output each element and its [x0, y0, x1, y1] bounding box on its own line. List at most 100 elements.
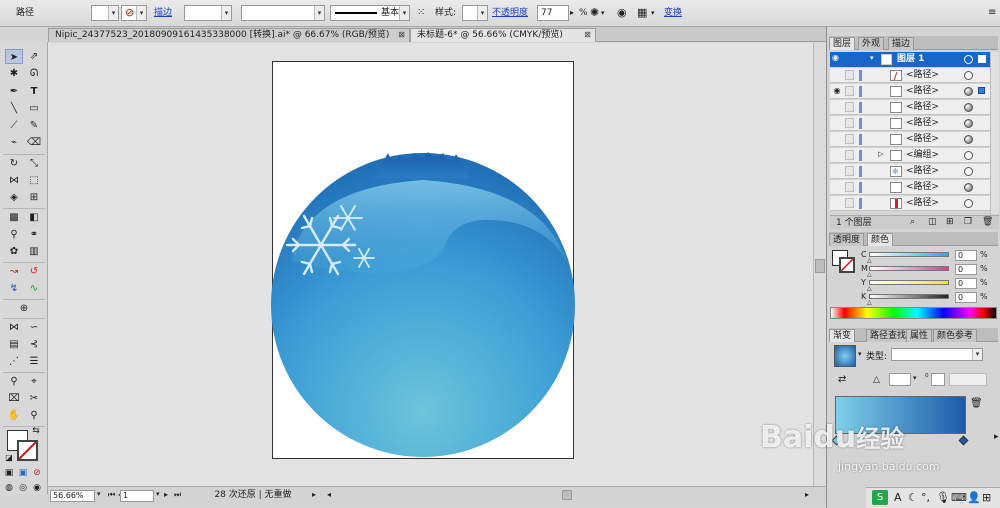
pen-tool-icon[interactable]: ✒ [5, 84, 23, 99]
ime-letter-icon[interactable]: A [894, 491, 902, 504]
mesh-tool-icon[interactable]: ▩ [5, 210, 23, 225]
tab-color[interactable]: 颜色 [867, 233, 894, 246]
lock-toggle[interactable] [845, 70, 854, 80]
layer-row[interactable]: <路径> [830, 100, 990, 115]
expand-arrow-icon[interactable]: ▷ [878, 150, 883, 158]
gradient-stop-right[interactable] [958, 435, 969, 446]
channel-value-field[interactable]: 0 [955, 264, 977, 275]
target-icon[interactable] [964, 103, 973, 112]
column-graph-tool-icon[interactable]: ▥ [25, 244, 43, 259]
layer-row[interactable]: <路径> [830, 180, 990, 195]
target-icon[interactable] [964, 71, 973, 80]
layer-row-main[interactable]: ◉ ▾ 图层 1 [830, 52, 990, 67]
tab-appearance[interactable]: 外观 [858, 37, 885, 50]
slice-tool-icon[interactable]: ⌧ [5, 391, 23, 406]
tab-color-guide[interactable]: 颜色参考 [933, 329, 978, 342]
panel-menu-icon[interactable]: ≡ [988, 6, 996, 20]
symbol-sprayer-tool-icon[interactable]: ✿ [5, 244, 23, 259]
layer-row[interactable]: ◉ <路径> [830, 84, 990, 99]
graph-line-tool-icon[interactable]: ⋰ [5, 354, 23, 369]
draw-normal-icon[interactable]: ◍ [3, 483, 15, 494]
gradient-angle-field[interactable] [889, 373, 911, 386]
blob-brush-tool-icon[interactable]: ⌁ [5, 135, 23, 150]
microphone-icon[interactable]: 🎙 [936, 491, 950, 504]
vertical-scroll-thumb[interactable] [815, 259, 825, 273]
graph-tool-icon[interactable]: ▤ [5, 337, 23, 352]
brush-definition-dropdown[interactable]: 基本 ▾ [330, 5, 410, 21]
lock-toggle[interactable] [845, 198, 854, 208]
selection-tool-icon[interactable]: ➤ [5, 49, 23, 64]
crosshair-tool-icon[interactable]: ⊕ [15, 301, 33, 316]
chevron-down-icon[interactable]: ▾ [858, 350, 862, 358]
stroke-color-swatch[interactable] [17, 440, 38, 461]
layer-row[interactable]: <路径> [830, 116, 990, 131]
green-wave-tool-icon[interactable]: ∿ [25, 281, 43, 296]
target-icon[interactable] [964, 119, 973, 128]
lock-toggle[interactable] [845, 150, 854, 160]
none-mode-icon[interactable]: ⊘ [31, 468, 43, 479]
graphic-style-dropdown[interactable]: ▾ [462, 5, 488, 21]
clipping-mask-icon[interactable]: ◫ [928, 217, 937, 227]
globe-icon[interactable]: ◉ [617, 6, 627, 20]
slider-handle-icon[interactable]: △ [867, 299, 872, 306]
fill-swatch-dropdown[interactable]: ▾ [91, 5, 119, 21]
draw-behind-icon[interactable]: ◎ [17, 483, 29, 494]
chevron-down-icon[interactable]: ▾ [651, 6, 655, 20]
target-icon[interactable] [964, 87, 973, 96]
target-icon[interactable] [964, 135, 973, 144]
channel-slider[interactable] [869, 252, 949, 257]
sogou-ime-icon[interactable]: S [872, 490, 888, 505]
swap-colors-icon[interactable]: ⇆ [30, 426, 42, 437]
close-icon[interactable]: ⊠ [583, 30, 592, 39]
lock-toggle[interactable] [845, 134, 854, 144]
gradient-tool-icon[interactable]: ◧ [25, 210, 43, 225]
color-stroke-swatch[interactable] [839, 257, 855, 273]
eye-icon[interactable] [832, 150, 842, 160]
opacity-link[interactable]: 不透明度 [492, 6, 528, 20]
next-artboard-icon[interactable]: ▸ [164, 490, 168, 499]
tab-transparency[interactable]: 透明度 [829, 233, 865, 246]
eye-icon[interactable]: ◉ [832, 53, 839, 62]
scale-tool-icon[interactable]: ⤡ [25, 156, 43, 171]
layer-row[interactable]: ▷ <编组> [830, 148, 990, 163]
draw-inside-icon[interactable]: ◉ [31, 483, 43, 494]
document-tab-2[interactable]: 未标题-6* @ 56.66% (CMYK/预览) ⊠ [410, 28, 596, 42]
eye-icon[interactable] [832, 102, 842, 112]
stroke-weight-field[interactable]: ▾ [184, 5, 232, 21]
width-tool-icon[interactable]: ⋈ [5, 173, 23, 188]
zoom-field[interactable]: 56.66% [50, 490, 95, 502]
stroke-link[interactable]: 描边 [154, 6, 172, 20]
warp-tool-icon[interactable]: ∽ [25, 320, 43, 335]
target-icon[interactable] [964, 151, 973, 160]
channel-value-field[interactable]: 0 [955, 292, 977, 303]
scroll-left-icon[interactable]: ◂ [327, 490, 331, 499]
eye-icon[interactable]: ◉ [832, 86, 842, 96]
horizontal-scroll-thumb[interactable] [562, 490, 572, 500]
twirl-tool-icon[interactable]: ⊰ [25, 337, 43, 352]
tab-stroke[interactable]: 描边 [888, 37, 915, 50]
close-icon[interactable]: ⊠ [397, 30, 406, 39]
target-icon[interactable] [964, 55, 973, 64]
layer-row[interactable]: <路径> [830, 68, 990, 83]
eye-icon[interactable] [832, 182, 842, 192]
reverse-gradient-icon[interactable]: ⇄ [838, 374, 846, 385]
shape-builder-tool-icon[interactable]: ◈ [5, 190, 23, 205]
punctuation-icon[interactable]: °, [921, 491, 930, 504]
layer-row[interactable]: <路径> [830, 132, 990, 147]
slider-handle-icon[interactable]: △ [867, 257, 872, 264]
red-path-tool-icon[interactable]: ↝ [5, 264, 23, 279]
chevron-down-icon[interactable]: ▾ [913, 374, 917, 382]
lasso-tool-icon[interactable]: ᘏ [25, 66, 43, 81]
gradient-type-dropdown[interactable]: ▾ [891, 348, 983, 361]
keyboard-icon[interactable]: ⌨ [951, 491, 967, 504]
blend-tool-icon[interactable]: ⚭ [25, 227, 43, 242]
envelope-distort-tool-icon[interactable]: ⋈ [5, 320, 23, 335]
transform-link[interactable]: 变换 [664, 6, 682, 20]
moon-icon[interactable]: ☾ [908, 491, 918, 504]
channel-value-field[interactable]: 0 [955, 250, 977, 261]
blue-ornament-artwork[interactable] [266, 140, 582, 460]
layers-scrollbar[interactable] [990, 52, 999, 214]
color-spectrum[interactable] [830, 307, 997, 319]
grid-icon[interactable]: ⊞ [982, 491, 991, 504]
expand-arrow-icon[interactable]: ▾ [870, 54, 874, 62]
